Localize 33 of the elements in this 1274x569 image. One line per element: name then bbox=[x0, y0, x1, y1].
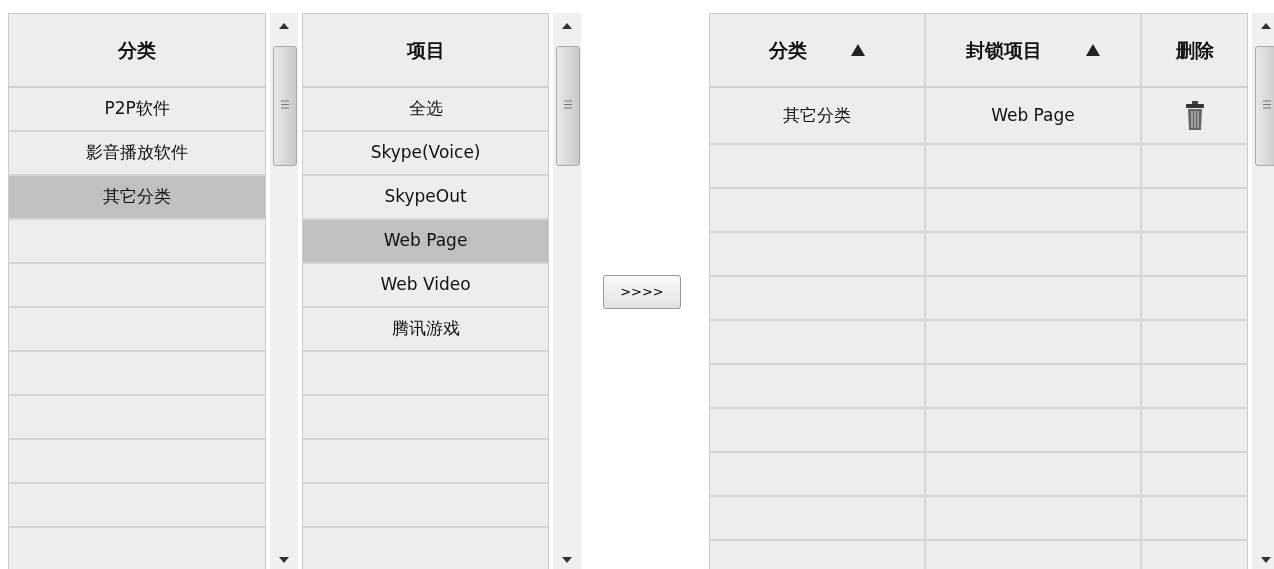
list-item[interactable]: 其它分类 bbox=[9, 176, 266, 220]
sort-ascending-icon[interactable] bbox=[850, 44, 865, 56]
scrollbar[interactable] bbox=[1252, 13, 1274, 569]
list-item[interactable]: Web Video bbox=[302, 264, 549, 308]
scroll-down-icon[interactable] bbox=[279, 557, 290, 563]
scrollbar[interactable] bbox=[270, 13, 298, 569]
column-header: 分类 bbox=[118, 37, 157, 63]
column-header: 项目 bbox=[406, 37, 445, 63]
scrollbar-thumb[interactable] bbox=[1255, 46, 1274, 166]
list-item[interactable]: Web Page bbox=[302, 220, 549, 264]
list-item[interactable]: P2P软件 bbox=[9, 88, 266, 132]
scroll-up-icon[interactable] bbox=[279, 23, 290, 29]
scrollbar[interactable] bbox=[553, 13, 581, 569]
table-cell-text: Web Page bbox=[991, 103, 1075, 127]
scrollbar-thumb[interactable] bbox=[556, 46, 581, 166]
column-header[interactable]: 删除 bbox=[1175, 35, 1214, 65]
list-item[interactable]: 腾讯游戏 bbox=[302, 308, 549, 352]
scrollbar-thumb[interactable] bbox=[273, 46, 298, 166]
column-header[interactable]: 封锁项目 bbox=[965, 35, 1042, 65]
column-header[interactable]: 分类 bbox=[768, 35, 807, 65]
list-item[interactable]: 全选 bbox=[302, 88, 549, 132]
sort-ascending-icon[interactable] bbox=[1085, 44, 1100, 56]
list-item[interactable]: Skype(Voice) bbox=[302, 132, 549, 176]
grip-icon bbox=[1263, 100, 1272, 109]
scroll-down-icon[interactable] bbox=[1261, 557, 1272, 563]
add-button[interactable]: >>>> bbox=[603, 275, 681, 309]
grip-icon bbox=[564, 100, 573, 109]
grip-icon bbox=[281, 100, 290, 109]
scroll-up-icon[interactable] bbox=[1261, 23, 1272, 29]
scroll-down-icon[interactable] bbox=[562, 557, 573, 563]
scroll-up-icon[interactable] bbox=[562, 23, 573, 29]
trash-icon[interactable] bbox=[1185, 100, 1204, 131]
table-cell-text: 其它分类 bbox=[782, 103, 851, 127]
